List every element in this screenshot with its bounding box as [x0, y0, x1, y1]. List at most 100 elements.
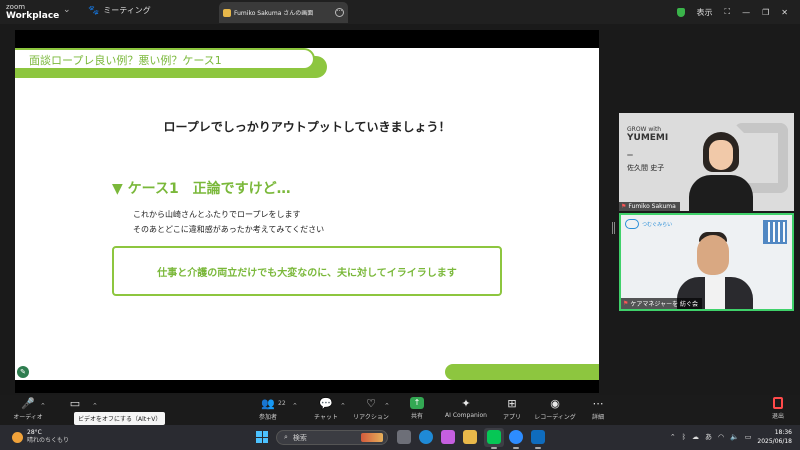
chat-options-caret[interactable]: ⌃: [340, 402, 346, 410]
mic-muted-icon: 🎤: [21, 397, 35, 410]
people-icon: 👥: [261, 397, 275, 410]
system-tray: ⌃ ᛒ ☁ あ ◠ 🔈 ▭ 18:36 2025/06/18: [670, 428, 792, 446]
fullscreen-icon[interactable]: ⛶: [725, 7, 731, 17]
tab-shared-screen[interactable]: Fumiko Sakuma さんの画面 ···: [219, 2, 348, 23]
wifi-icon[interactable]: ◠: [718, 433, 724, 441]
view-button[interactable]: 表示: [697, 7, 713, 18]
brand-big: YUMEMI: [627, 133, 669, 143]
org-logo-icon: [625, 219, 639, 229]
role-pill: [627, 154, 633, 156]
close-button[interactable]: ✕: [781, 8, 788, 17]
edge-icon[interactable]: [419, 430, 433, 444]
slide-headline: ロープレでしっかりアウトプットしていきましょう！: [163, 120, 451, 134]
title-bar: zoom Workplace ⌄ 🐾 ミーティング Fumiko Sakuma …: [0, 0, 800, 24]
line-running-indicator: [491, 447, 497, 449]
tray-chevron-icon[interactable]: ⌃: [670, 433, 676, 441]
reactions-label: リアクション: [353, 414, 389, 421]
sparkle-icon: ✦: [461, 397, 471, 410]
quote-text: 仕事と介護の両立だけでも大変なのに、夫に対してイライラします: [157, 267, 457, 279]
task-view-icon[interactable]: [397, 430, 411, 444]
mic-off-icon: ⚑: [623, 300, 629, 307]
annotate-icon[interactable]: ✎: [17, 366, 29, 378]
tab-meeting[interactable]: 🐾 ミーティング: [88, 5, 151, 16]
video-tile-fumiko[interactable]: GROW with YUMEMI 佐久間 史子 ⚑ Fumiko Sakuma: [619, 113, 794, 211]
tab-shared-screen-label: Fumiko Sakuma さんの画面: [234, 10, 314, 17]
shared-screen: 面談ロープレ良い例？悪い例？ケース1 ロープレでしっかりアウトプットしていきまし…: [15, 30, 599, 393]
chevron-down-icon[interactable]: ⌄: [63, 5, 71, 15]
leave-label: 退出: [771, 413, 784, 420]
weather-widget[interactable]: 28°C 晴れのちくもり: [12, 429, 69, 445]
case-description-line2: そのあとどこに違和感があったか考えてみてください: [133, 225, 325, 234]
participant-shirt: [705, 277, 725, 309]
windows-start-icon[interactable]: [256, 431, 268, 443]
outlook-icon[interactable]: [531, 430, 545, 444]
more-icon[interactable]: ···: [335, 8, 344, 17]
file-explorer-icon[interactable]: [463, 430, 477, 444]
audio-label: オーディオ: [13, 414, 43, 421]
participants-count: 22: [278, 400, 286, 407]
participant-name: ケアマネジャーを 紡ぐ会: [630, 301, 698, 308]
volume-icon[interactable]: 🔈: [730, 433, 739, 441]
share-label: 共有: [410, 413, 423, 420]
zoom-logo: zoom Workplace: [6, 3, 59, 21]
quote-box: 仕事と介護の両立だけでも大変なのに、夫に対してイライラします: [112, 246, 502, 296]
panel-resize-handle[interactable]: [612, 222, 615, 234]
tab-meeting-label: ミーティング: [103, 6, 151, 15]
more-button[interactable]: ⋯ 詳細: [573, 397, 623, 421]
leave-icon: [772, 397, 783, 409]
camera-icon: ▭: [69, 397, 81, 410]
zoom-running-indicator: [513, 447, 519, 449]
onedrive-icon[interactable]: ☁: [692, 433, 699, 441]
ime-indicator[interactable]: あ: [705, 432, 712, 442]
clock[interactable]: 18:36 2025/06/18: [757, 428, 792, 446]
recording-label: レコーディング: [534, 414, 576, 421]
slide: 面談ロープレ良い例？悪い例？ケース1 ロープレでしっかりアウトプットしていきまし…: [15, 48, 599, 380]
brand-logo: GROW with YUMEMI: [627, 125, 668, 143]
copilot-icon[interactable]: [441, 430, 455, 444]
case-description-line1: これから山崎さんとふたりでロープレをします: [133, 210, 301, 219]
maximize-button[interactable]: ❐: [762, 8, 769, 17]
windows-taskbar: 28°C 晴れのちくもり ⌕ 検索 ⌃ ᛒ ☁ あ ◠ 🔈 ▭ 18:36 20…: [0, 425, 800, 450]
search-highlight-image: [361, 433, 383, 442]
reactions-options-caret[interactable]: ⌃: [384, 402, 390, 410]
shield-icon[interactable]: [676, 7, 685, 17]
apps-label: アプリ: [502, 414, 521, 421]
share-button[interactable]: ↑ 共有: [392, 397, 442, 420]
audio-options-caret[interactable]: ⌃: [40, 402, 46, 410]
zoom-window: zoom Workplace ⌄ 🐾 ミーティング Fumiko Sakuma …: [0, 0, 800, 450]
participant-name-label: ⚑ ケアマネジャーを 紡ぐ会: [621, 298, 702, 309]
participant-name: Fumiko Sakuma: [628, 203, 676, 210]
record-icon: ◉: [550, 397, 560, 410]
outlook-running-indicator: [535, 447, 541, 449]
qr-code: [763, 220, 787, 244]
share-screen-icon: ↑: [410, 397, 424, 409]
heart-icon: ♡: [366, 397, 376, 410]
leave-button[interactable]: 退出: [772, 397, 784, 420]
case-title: ▼ ケース1 正論ですけど…: [112, 181, 291, 197]
battery-icon[interactable]: ▭: [745, 433, 752, 441]
chat-label: チャット: [314, 414, 338, 421]
slide-footer-accent: [445, 364, 599, 380]
clock-time: 18:36: [774, 429, 792, 436]
search-icon: ⌕: [284, 433, 288, 441]
title-controls: 表示 ⛶ — ❐ ✕: [676, 0, 800, 24]
video-options-caret[interactable]: ⌃: [92, 402, 98, 410]
taskbar-search[interactable]: ⌕ 検索: [276, 430, 388, 445]
video-tile-active-speaker[interactable]: つむぐみらい ⚑ ケアマネジャーを 紡ぐ会: [619, 213, 794, 311]
line-icon[interactable]: [487, 430, 501, 444]
zoom-icon[interactable]: [509, 430, 523, 444]
bluetooth-icon[interactable]: ᛒ: [682, 433, 686, 441]
weather-condition: 晴れのちくもり: [27, 437, 70, 444]
logo-line2: Workplace: [6, 11, 60, 21]
background-name: 佐久間 史子: [627, 164, 665, 172]
share-source-icon: [223, 8, 231, 17]
participants-options-caret[interactable]: ⌃: [292, 402, 298, 410]
slide-header-title: 面談ロープレ良い例？悪い例？ケース1: [29, 54, 222, 67]
search-placeholder: 検索: [292, 433, 307, 442]
weather-sun-icon: [12, 431, 23, 443]
minimize-button[interactable]: —: [742, 8, 750, 17]
apps-icon: ⊞: [507, 397, 517, 410]
paw-icon: 🐾: [88, 5, 100, 16]
participant-body: [689, 175, 753, 211]
ai-companion-label: AI Companion: [445, 412, 487, 419]
